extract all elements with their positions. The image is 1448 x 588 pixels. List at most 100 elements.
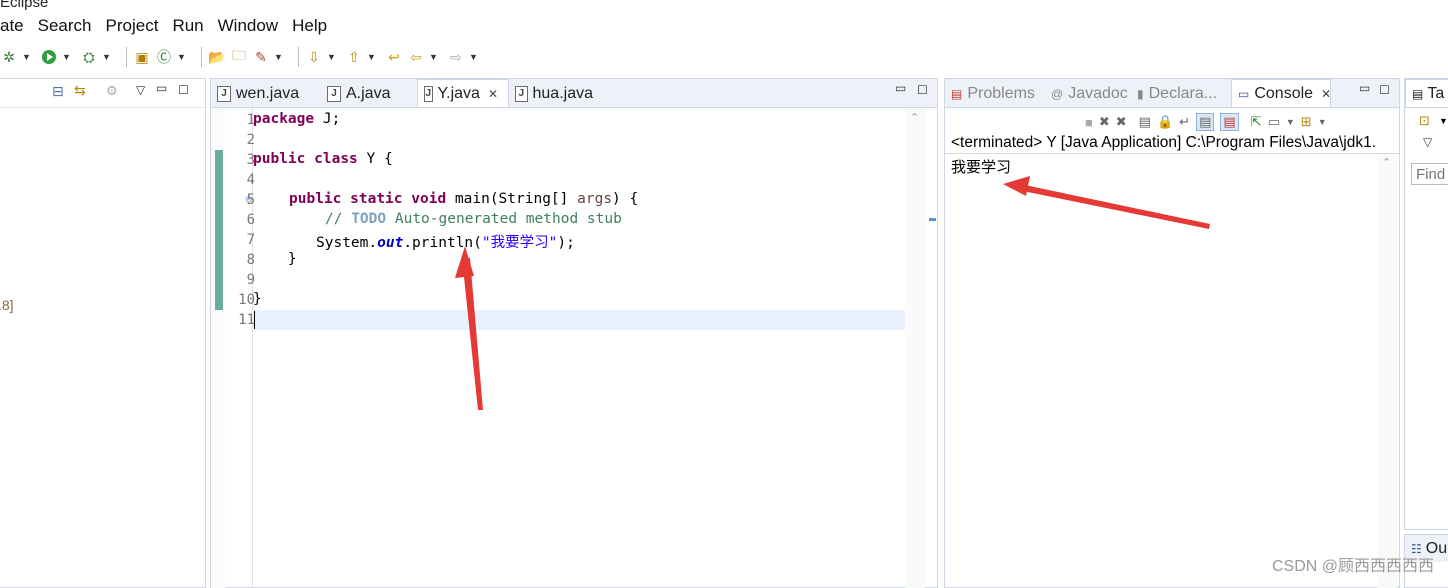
external-tools-dropdown-icon[interactable]: ▼ (102, 52, 114, 62)
code-token: Auto-generated method stub (386, 211, 622, 227)
code-token: package (253, 111, 315, 127)
back-dropdown-icon[interactable]: ▼ (429, 52, 441, 62)
console-icon: ▭ (1238, 86, 1250, 101)
view-menu-icon[interactable]: ▽ (1423, 135, 1432, 149)
pen-dropdown-icon[interactable]: ▼ (274, 52, 286, 62)
task-list-panel: ▤ Ta ⊡ ▼ ▽ (1404, 78, 1448, 530)
previous-annotation-dropdown-icon[interactable]: ▼ (367, 52, 379, 62)
next-annotation-icon[interactable]: ⇩ (305, 48, 323, 66)
open-console-dropdown-icon[interactable]: ▼ (1318, 117, 1327, 127)
line-number: 3 (246, 152, 255, 168)
tab-task-list[interactable]: ▤ Ta (1405, 79, 1448, 107)
pin-console-icon[interactable]: ⇱ (1251, 114, 1262, 130)
filter-icon[interactable]: ⚙ (106, 83, 118, 99)
find-input[interactable] (1411, 163, 1448, 185)
tab-javadoc[interactable]: @ Javadoc (1045, 80, 1131, 107)
task-list-tabstrip: ▤ Ta (1405, 79, 1448, 108)
fold-toggle-icon[interactable]: ⊖ (245, 194, 253, 205)
package-explorer-panel: ⊟ ⇆ ⚙ ▽ ▭ ☐ .8] (0, 78, 206, 588)
line-number: 6 (246, 212, 255, 228)
open-type-icon[interactable]: 📂 (208, 48, 226, 66)
console-output-area[interactable]: 我要学习 ⌃ (945, 153, 1399, 588)
code-line-1: package J; (253, 111, 340, 127)
remove-launch-icon[interactable]: ✖ (1099, 114, 1110, 130)
show-on-stderr-icon[interactable]: ▤ (1220, 113, 1239, 131)
forward-icon[interactable]: ⇨ (447, 48, 465, 66)
tab-wen-java[interactable]: J wen.java (211, 80, 321, 107)
menu-search[interactable]: Search (38, 16, 92, 36)
previous-annotation-icon[interactable]: ⇧ (345, 48, 363, 66)
menu-project[interactable]: Project (106, 16, 159, 36)
external-tools-icon[interactable]: ⛭ (80, 48, 98, 66)
new-task-dropdown-icon[interactable]: ▼ (1439, 116, 1448, 126)
code-token: // (325, 211, 352, 227)
remove-all-launches-icon[interactable]: ✖ (1116, 114, 1127, 130)
maximize-icon[interactable]: ☐ (178, 83, 189, 97)
run-dropdown-icon[interactable]: ▼ (62, 52, 74, 62)
terminate-icon[interactable]: ■ (1085, 115, 1093, 130)
menubar: ate Search Project Run Window Help (0, 12, 1448, 40)
close-icon[interactable]: ✕ (1321, 87, 1331, 101)
menu-help[interactable]: Help (292, 16, 327, 36)
java-file-icon: J (327, 85, 341, 102)
scroll-up-icon[interactable]: ⌃ (1382, 156, 1391, 169)
console-vertical-scrollbar[interactable]: ⌃ (1377, 154, 1397, 588)
close-icon[interactable]: ✕ (488, 87, 498, 101)
new-package-icon[interactable]: ▣ (133, 48, 151, 66)
back-icon[interactable]: ⇦ (407, 48, 425, 66)
minimize-icon[interactable]: ▭ (1359, 81, 1370, 95)
run-icon[interactable] (40, 48, 58, 66)
link-editor-icon[interactable]: ⇆ (74, 82, 86, 99)
tab-label: Javadoc (1068, 84, 1128, 102)
word-wrap-icon[interactable]: ↵ (1179, 114, 1190, 130)
code-line-3: public class Y { (253, 151, 393, 167)
pen-icon[interactable]: ✎ (252, 48, 270, 66)
display-console-icon[interactable]: ▭ (1268, 114, 1280, 130)
tab-label: Problems (967, 84, 1035, 102)
menu-navigate[interactable]: ate (0, 16, 24, 36)
open-console-icon[interactable]: ⊞ (1301, 114, 1312, 130)
task-list-icon: ▤ (1412, 86, 1424, 101)
current-line-highlight (251, 310, 905, 330)
tree-item-fragment[interactable]: .8] (0, 297, 14, 313)
overview-ruler-marker[interactable] (929, 218, 936, 221)
tab-problems[interactable]: ▤ Problems (945, 80, 1045, 107)
maximize-icon[interactable]: ☐ (917, 83, 928, 97)
scroll-lock-icon[interactable]: 🔒 (1157, 114, 1173, 130)
code-token: static (350, 191, 403, 207)
new-class-icon[interactable]: Ⓒ (155, 48, 173, 66)
menu-window[interactable]: Window (218, 16, 278, 36)
debug-dropdown-icon[interactable]: ▼ (22, 52, 34, 62)
clear-console-icon[interactable]: ▤ (1139, 114, 1151, 130)
menu-run[interactable]: Run (172, 16, 203, 36)
open-folder-icon[interactable]: 🗀 (230, 47, 248, 66)
line-number: 8 (246, 252, 255, 268)
tab-a-java[interactable]: J A.java (321, 80, 417, 107)
line-number: 4 (246, 172, 255, 188)
scroll-up-icon[interactable]: ⌃ (910, 111, 919, 124)
code-token: Y { (357, 151, 393, 167)
tab-hua-java[interactable]: J hua.java (509, 80, 603, 107)
line-number: 9 (246, 272, 255, 288)
show-on-stdout-icon[interactable]: ▤ (1196, 113, 1215, 131)
last-edit-icon[interactable]: ↩ (385, 48, 403, 66)
tab-y-java[interactable]: J Y.java ✕ (417, 79, 509, 107)
next-annotation-dropdown-icon[interactable]: ▼ (327, 52, 339, 62)
code-line-7: System.out.println("我要学习"); (316, 231, 575, 252)
minimize-icon[interactable]: ▭ (895, 81, 906, 95)
debug-icon[interactable]: ✲ (0, 48, 18, 66)
line-number: 11 (238, 312, 255, 328)
collapse-all-icon[interactable]: ⊟ (52, 83, 64, 100)
display-console-dropdown-icon[interactable]: ▼ (1286, 117, 1295, 127)
code-editor[interactable]: 1 2 3 4 5 6 7 8 9 10 11 ⊖ package J; pub… (211, 108, 937, 588)
tab-declaration[interactable]: ▮ Declara... (1131, 80, 1231, 107)
tab-console[interactable]: ▭ Console ✕ (1231, 79, 1331, 107)
new-task-icon[interactable]: ⊡ (1419, 113, 1430, 129)
new-class-dropdown-icon[interactable]: ▼ (177, 52, 189, 62)
forward-dropdown-icon[interactable]: ▼ (469, 52, 481, 62)
minimize-icon[interactable]: ▭ (156, 81, 167, 95)
line-number: 10 (238, 292, 255, 308)
view-menu-icon[interactable]: ▽ (136, 83, 145, 97)
maximize-icon[interactable]: ☐ (1379, 83, 1390, 97)
editor-vertical-scrollbar[interactable]: ⌃ (905, 108, 925, 588)
